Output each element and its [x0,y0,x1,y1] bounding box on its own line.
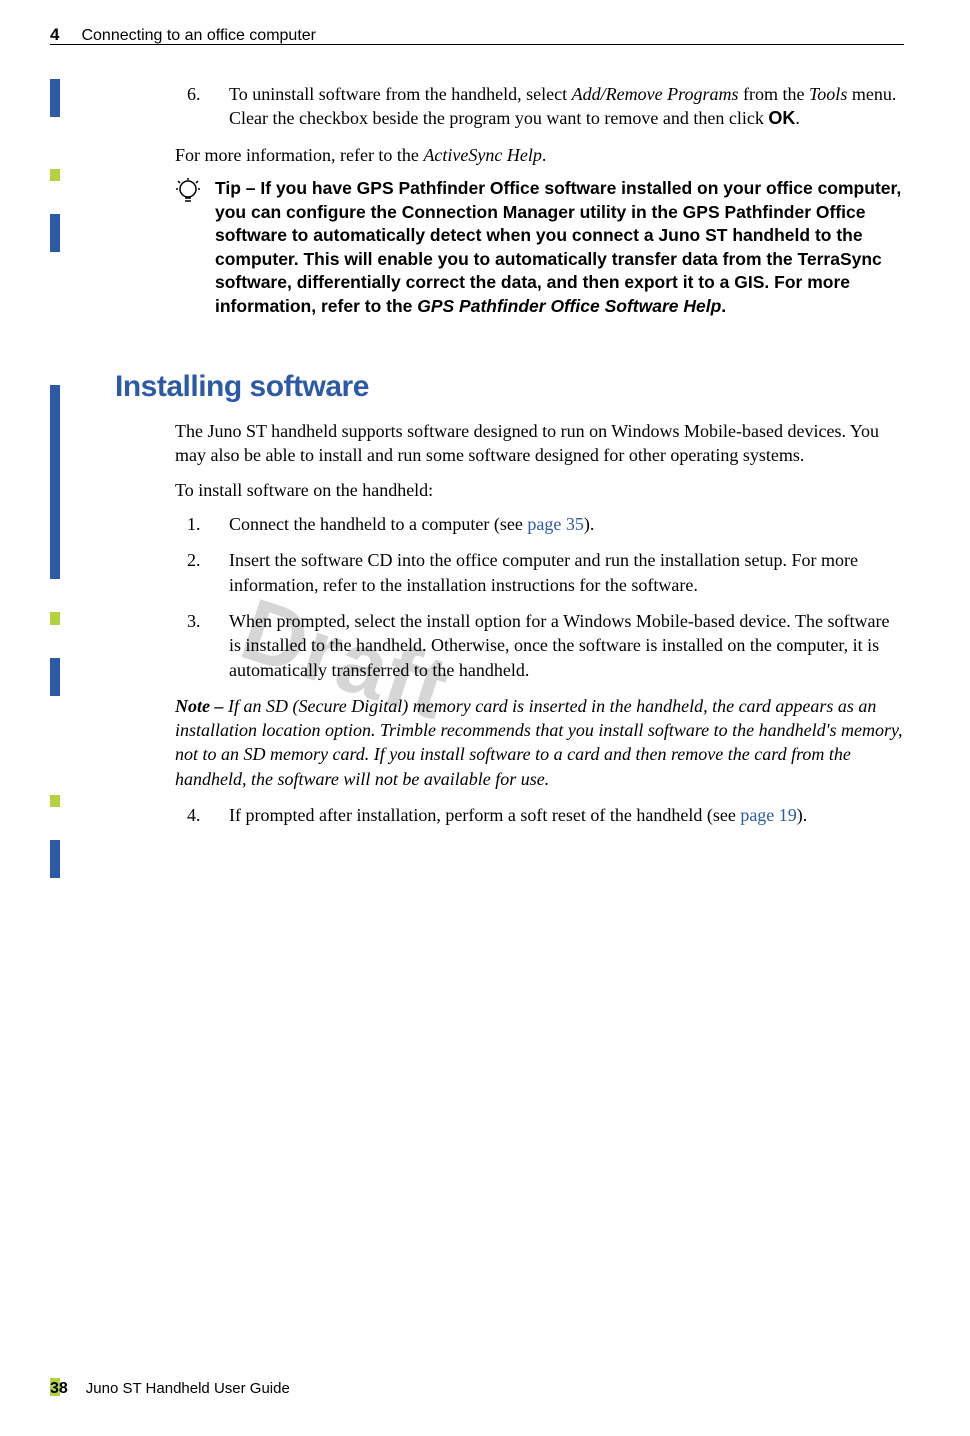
step-6: 6. To uninstall software from the handhe… [175,82,904,131]
paragraph: The Juno ST handheld supports software d… [175,419,904,468]
index-bead [50,169,60,181]
lightbulb-icon [175,178,203,319]
step-text: To uninstall software from the handheld,… [229,82,904,131]
text: ). [797,805,808,825]
section-heading-installing-software: Installing software [115,367,904,408]
text: To uninstall software from the handheld,… [229,84,572,104]
text: . [795,108,800,128]
index-bead [50,612,60,625]
reference-title: GPS Pathfinder Office Software Help [417,296,721,316]
text: from the [738,84,808,104]
index-bead [50,658,60,696]
tip-text: Tip – If you have GPS Pathfinder Office … [215,177,904,319]
text: If prompted after installation, perform … [229,805,740,825]
menu-name: Tools [809,84,847,104]
tip-lead: Tip – [215,178,260,198]
step-number: 1. [175,512,229,536]
step-4: 4. If prompted after installation, perfo… [175,803,904,827]
step-number: 3. [175,609,229,682]
step-2: 2. Insert the software CD into the offic… [175,548,904,597]
note-body: If an SD (Secure Digital) memory card is… [175,696,903,789]
step-number: 4. [175,803,229,827]
page-footer: 38 Juno ST Handheld User Guide [50,1378,290,1400]
text: . [721,296,726,316]
page-link[interactable]: page 19 [740,805,796,825]
text: . [542,145,547,165]
paragraph: For more information, refer to the Activ… [175,143,904,167]
step-number: 2. [175,548,229,597]
step-number: 6. [175,82,229,131]
footer-title: Juno ST Handheld User Guide [86,1379,290,1399]
text: Connect the handheld to a computer (see [229,514,527,534]
step-text: Connect the handheld to a computer (see … [229,512,904,536]
reference-title: ActiveSync Help [423,145,541,165]
note-lead: Note – [175,696,228,716]
button-label: OK [768,108,795,128]
step-1: 1. Connect the handheld to a computer (s… [175,512,904,536]
index-bead [50,214,60,252]
header-rule [50,44,904,45]
step-text: If prompted after installation, perform … [229,803,904,827]
menu-item-name: Add/Remove Programs [572,84,739,104]
page-content: 6. To uninstall software from the handhe… [175,82,904,839]
note-callout: Note – If an SD (Secure Digital) memory … [175,694,904,791]
paragraph: To install software on the handheld: [175,478,904,502]
step-3: 3. When prompted, select the install opt… [175,609,904,682]
page-number: 38 [50,1378,68,1400]
index-bead [50,840,60,878]
tip-callout: Tip – If you have GPS Pathfinder Office … [175,177,904,319]
step-text: Insert the software CD into the office c… [229,548,904,597]
step-text: When prompted, select the install option… [229,609,904,682]
index-bead [50,79,60,117]
text: ). [584,514,595,534]
text: For more information, refer to the [175,145,423,165]
page-link[interactable]: page 35 [527,514,583,534]
index-bead [50,385,60,579]
index-bead [50,795,60,807]
